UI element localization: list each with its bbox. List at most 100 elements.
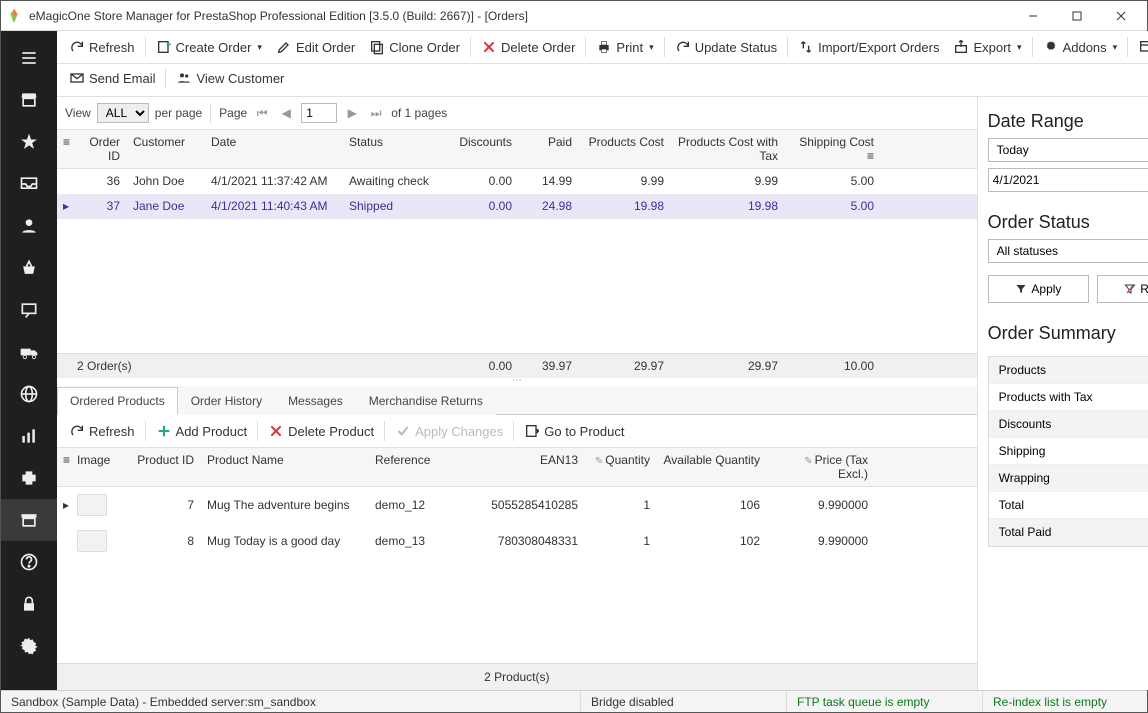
pcell-name: Mug The adventure begins: [201, 493, 369, 517]
maximize-button[interactable]: [1055, 2, 1099, 30]
order-row[interactable]: ▸ 37 Jane Doe 4/1/2021 11:40:43 AM Shipp…: [57, 194, 977, 219]
pcell-ref: demo_13: [369, 529, 467, 553]
add-product-button[interactable]: Add Product: [150, 419, 254, 443]
apply-changes-button[interactable]: Apply Changes: [389, 419, 509, 443]
refresh-label: Refresh: [89, 40, 135, 55]
close-button[interactable]: [1099, 2, 1143, 30]
date-range-preset-select[interactable]: Today: [988, 138, 1148, 162]
tab-messages[interactable]: Messages: [275, 387, 356, 415]
right-pane: Date Range Today - Order Status All stat…: [977, 97, 1148, 690]
cell-paid: 14.99: [519, 169, 579, 193]
pcol-image[interactable]: Image: [71, 448, 123, 486]
sidebar-inbox-icon[interactable]: [1, 163, 57, 205]
order-row[interactable]: 36 John Doe 4/1/2021 11:37:42 AM Awaitin…: [57, 169, 977, 194]
orders-grid-header: ≡ Order ID Customer Date Status Discount…: [57, 130, 977, 169]
tab-order-history[interactable]: Order History: [178, 387, 275, 415]
next-page-icon[interactable]: ▶: [343, 106, 361, 120]
sidebar-archive-icon[interactable]: [1, 499, 57, 541]
products-toolbar: Refresh Add Product Delete Product Apply…: [57, 415, 977, 448]
print-button[interactable]: Print▾: [590, 35, 659, 59]
reset-filter-button[interactable]: Reset: [1097, 275, 1148, 303]
import-export-button[interactable]: Import/Export Orders: [792, 35, 945, 59]
pcol-expand[interactable]: ≡: [57, 448, 71, 486]
delete-product-button[interactable]: Delete Product: [262, 419, 380, 443]
tab-ordered-products[interactable]: Ordered Products: [57, 387, 178, 415]
pcol-aqty[interactable]: Available Quantity: [657, 448, 767, 486]
products-refresh-label: Refresh: [89, 424, 135, 439]
create-order-button[interactable]: Create Order▾: [150, 35, 268, 59]
pcol-qty[interactable]: ✎Quantity: [585, 448, 657, 486]
pcell-price[interactable]: 9.990000: [767, 493, 875, 517]
view-customer-button[interactable]: View Customer: [170, 66, 290, 90]
splitter[interactable]: ⋯: [57, 378, 977, 386]
delete-order-button[interactable]: Delete Order: [475, 35, 581, 59]
apply-filter-button[interactable]: Apply: [988, 275, 1090, 303]
pcol-pid[interactable]: Product ID: [123, 448, 201, 486]
cell-customer: Jane Doe: [127, 194, 205, 218]
cell-status: Awaiting check: [343, 169, 453, 193]
sidebar-store-icon[interactable]: [1, 79, 57, 121]
sidebar-chat-icon[interactable]: [1, 289, 57, 331]
prev-page-icon[interactable]: ◀: [277, 106, 295, 120]
col-shipping-cost[interactable]: Shipping Cost ≡: [785, 130, 881, 168]
export-button[interactable]: Export▾: [947, 35, 1027, 59]
col-products-cost[interactable]: Products Cost: [579, 130, 671, 168]
sidebar: [1, 31, 57, 690]
pcell-name: Mug Today is a good day: [201, 529, 369, 553]
product-row[interactable]: ▸ 7 Mug The adventure begins demo_12 505…: [57, 487, 977, 523]
clone-order-label: Clone Order: [389, 40, 460, 55]
sidebar-menu-icon[interactable]: [1, 37, 57, 79]
col-paid[interactable]: Paid: [519, 130, 579, 168]
goto-product-button[interactable]: Go to Product: [518, 419, 630, 443]
products-grid-header: ≡ Image Product ID Product Name Referenc…: [57, 448, 977, 487]
sidebar-user-icon[interactable]: [1, 205, 57, 247]
order-status-select[interactable]: All statuses: [988, 239, 1148, 263]
pcell-qty[interactable]: 1: [585, 529, 657, 553]
sidebar-puzzle-icon[interactable]: [1, 457, 57, 499]
col-discounts[interactable]: Discounts: [453, 130, 519, 168]
col-order-id[interactable]: Order ID: [71, 130, 127, 168]
pcell-price[interactable]: 9.990000: [767, 529, 875, 553]
page-size-select[interactable]: ALL: [97, 103, 149, 123]
page-number-input[interactable]: [301, 103, 337, 123]
pcol-name[interactable]: Product Name: [201, 448, 369, 486]
addons-button[interactable]: Addons▾: [1037, 35, 1124, 59]
col-status[interactable]: Status: [343, 130, 453, 168]
last-page-icon[interactable]: ⏭: [367, 106, 385, 121]
import-export-label: Import/Export Orders: [818, 40, 939, 55]
summary-row-products: Products19.98: [989, 357, 1148, 384]
footer-paid: 39.97: [519, 354, 579, 378]
status-reindex: Re-index list is empty: [983, 691, 1147, 712]
send-email-button[interactable]: Send Email: [63, 66, 161, 90]
update-status-button[interactable]: Update Status: [669, 35, 783, 59]
sidebar-gear-icon[interactable]: [1, 625, 57, 667]
date-from-input[interactable]: [988, 168, 1148, 192]
sidebar-help-icon[interactable]: [1, 541, 57, 583]
view-button[interactable]: View▾: [1132, 35, 1148, 59]
col-products-cost-tax[interactable]: Products Cost with Tax: [671, 130, 785, 168]
update-status-label: Update Status: [695, 40, 777, 55]
refresh-button[interactable]: Refresh: [63, 35, 141, 59]
sidebar-truck-icon[interactable]: [1, 331, 57, 373]
edit-order-button[interactable]: Edit Order: [270, 35, 361, 59]
addons-label: Addons: [1063, 40, 1107, 55]
sidebar-globe-icon[interactable]: [1, 373, 57, 415]
pcol-ref[interactable]: Reference: [369, 448, 467, 486]
sidebar-star-icon[interactable]: [1, 121, 57, 163]
product-row[interactable]: 8 Mug Today is a good day demo_13 780308…: [57, 523, 977, 559]
sidebar-chart-icon[interactable]: [1, 415, 57, 457]
minimize-button[interactable]: [1011, 2, 1055, 30]
tab-returns[interactable]: Merchandise Returns: [356, 387, 496, 415]
products-refresh-button[interactable]: Refresh: [63, 419, 141, 443]
clone-order-button[interactable]: Clone Order: [363, 35, 466, 59]
pager-perpage-label: per page: [155, 106, 202, 120]
first-page-icon[interactable]: ⏮: [253, 106, 271, 121]
col-date[interactable]: Date: [205, 130, 343, 168]
col-expand[interactable]: ≡: [57, 130, 71, 168]
pcell-qty[interactable]: 1: [585, 493, 657, 517]
col-customer[interactable]: Customer: [127, 130, 205, 168]
sidebar-lock-icon[interactable]: [1, 583, 57, 625]
pcol-ean[interactable]: EAN13: [467, 448, 585, 486]
sidebar-basket-icon[interactable]: [1, 247, 57, 289]
pcol-price[interactable]: ✎Price (Tax Excl.): [767, 448, 875, 486]
